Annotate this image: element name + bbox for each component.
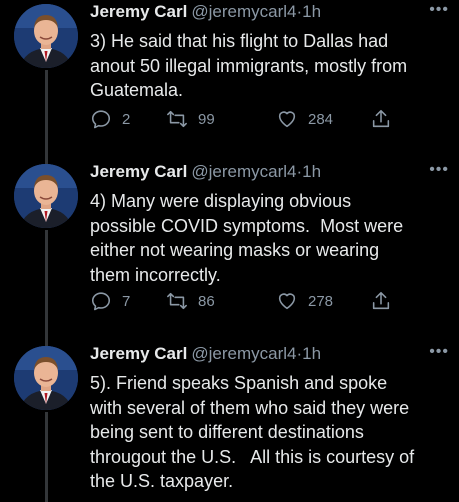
tweet-actions: 7 86 278 <box>90 290 410 314</box>
author-name[interactable]: Jeremy Carl <box>90 2 187 21</box>
thread-connector-line <box>45 332 48 340</box>
tweet-text: 3) He said that his flight to Dallas had… <box>90 31 408 100</box>
tweet-actions: 2 99 284 <box>90 108 410 132</box>
reply-count: 7 <box>122 292 131 310</box>
reply-button[interactable]: 7 <box>90 290 130 312</box>
tweet-text: 5). Friend speaks Spanish and spoke with… <box>90 373 415 491</box>
heart-icon <box>278 111 296 128</box>
author-handle[interactable]: @jeremycarl4 <box>191 344 296 363</box>
thread-connector-line <box>45 412 48 502</box>
share-icon <box>372 109 390 128</box>
retweet-icon <box>167 110 187 128</box>
timestamp[interactable]: 1h <box>302 2 321 21</box>
author-name[interactable]: Jeremy Carl <box>90 344 187 363</box>
share-button[interactable] <box>370 290 402 312</box>
tweet-header: Jeremy Carl @jeremycarl4·1h <box>90 160 453 184</box>
retweet-count: 86 <box>198 292 215 310</box>
timestamp[interactable]: 1h <box>302 162 321 181</box>
avatar[interactable] <box>14 346 78 410</box>
tweet-text: 4) Many were displaying obvious possible… <box>90 191 404 285</box>
tweet[interactable]: Jeremy Carl @jeremycarl4·1h ••• 3) He sai… <box>0 0 459 166</box>
share-button[interactable] <box>370 108 402 130</box>
author-name[interactable]: Jeremy Carl <box>90 162 187 181</box>
reply-icon <box>91 110 111 129</box>
timestamp[interactable]: 1h <box>302 344 321 363</box>
avatar-image <box>14 164 78 228</box>
more-horizontal-icon[interactable]: ••• <box>429 162 449 178</box>
reply-count: 2 <box>122 110 131 128</box>
reply-icon <box>91 292 111 311</box>
retweet-button[interactable]: 99 <box>166 108 215 130</box>
tweet-header: Jeremy Carl @jeremycarl4·1h <box>90 342 453 366</box>
thread-connector-line <box>45 150 48 158</box>
avatar[interactable] <box>14 4 78 68</box>
like-button[interactable]: 284 <box>276 108 333 130</box>
avatar-image <box>14 346 78 410</box>
retweet-icon <box>167 292 187 310</box>
tweet-header: Jeremy Carl @jeremycarl4·1h <box>90 0 453 24</box>
heart-icon <box>278 293 296 310</box>
like-button[interactable]: 278 <box>276 290 333 312</box>
author-handle[interactable]: @jeremycarl4 <box>191 162 296 181</box>
more-horizontal-icon[interactable]: ••• <box>429 2 449 18</box>
share-icon <box>372 291 390 310</box>
more-horizontal-icon[interactable]: ••• <box>429 344 449 360</box>
tweet[interactable]: Jeremy Carl @jeremycarl4·1h ••• 5). Frien… <box>0 332 459 502</box>
like-count: 278 <box>308 292 334 310</box>
like-count: 284 <box>308 110 334 128</box>
tweet[interactable]: Jeremy Carl @jeremycarl4·1h ••• 4) Many w… <box>0 150 459 350</box>
tweet-thread: Jeremy Carl @jeremycarl4·1h ••• 3) He sai… <box>0 0 459 502</box>
avatar[interactable] <box>14 164 78 228</box>
retweet-button[interactable]: 86 <box>166 290 215 312</box>
author-handle[interactable]: @jeremycarl4 <box>191 2 296 21</box>
reply-button[interactable]: 2 <box>90 108 130 130</box>
avatar-image <box>14 4 78 68</box>
retweet-count: 99 <box>198 110 215 128</box>
